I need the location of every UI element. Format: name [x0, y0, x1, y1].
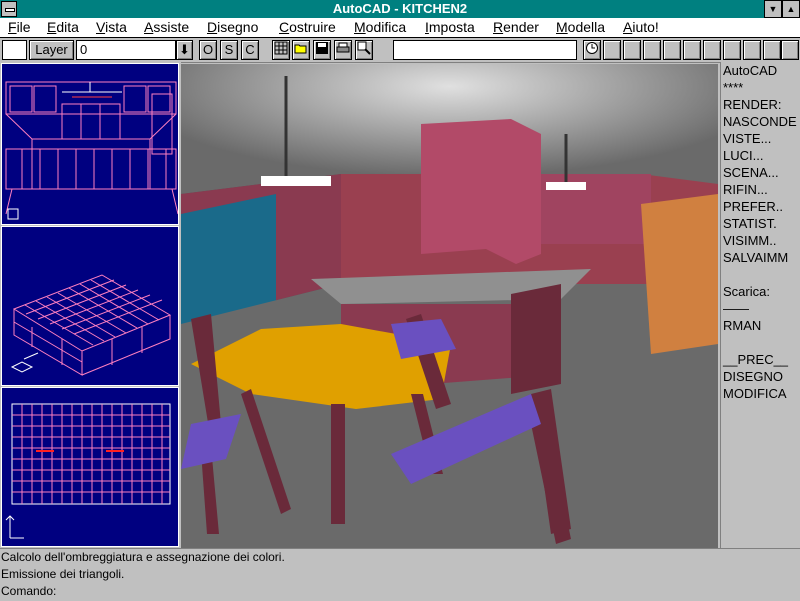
- maximize-button[interactable]: ▲: [782, 0, 800, 18]
- viewport-column: [0, 62, 181, 548]
- ortho-button[interactable]: O: [199, 40, 217, 60]
- side-menu-item[interactable]: ****: [721, 79, 800, 96]
- screen-menu: AutoCAD **** RENDER: NASCONDE VISTE... L…: [720, 62, 800, 548]
- kitchen-render: [181, 64, 718, 548]
- command-history-line: Emissione dei triangoli.: [1, 567, 125, 581]
- toolbar-slot[interactable]: [743, 40, 761, 60]
- side-menu-item[interactable]: RENDER:: [721, 96, 800, 113]
- plan-view-drawing: [5, 403, 171, 539]
- toolbar-slot[interactable]: [623, 40, 641, 60]
- side-menu-item[interactable]: VISTE...: [721, 130, 800, 147]
- menu-modifica[interactable]: Modifica: [354, 19, 406, 35]
- open-icon[interactable]: [292, 40, 310, 60]
- side-menu-item[interactable]: RMAN: [721, 317, 800, 334]
- menu-vista[interactable]: Vista: [96, 19, 127, 35]
- print-icon[interactable]: [334, 40, 352, 60]
- command-history-line: Calcolo dell'ombreggiatura e assegnazion…: [1, 550, 285, 564]
- side-menu-item[interactable]: LUCI...: [721, 147, 800, 164]
- toolbar-slot[interactable]: [723, 40, 741, 60]
- side-menu-item[interactable]: NASCONDE: [721, 113, 800, 130]
- side-menu-item[interactable]: SALVAIMM: [721, 249, 800, 266]
- menu-assiste[interactable]: Assiste: [144, 19, 189, 35]
- front-view-drawing: [5, 81, 179, 220]
- menu-edita[interactable]: Edita: [47, 19, 79, 35]
- title-bar: AutoCAD - KITCHEN2 ▼ ▲: [0, 0, 800, 18]
- menu-modella[interactable]: Modella: [556, 19, 605, 35]
- minimize-button[interactable]: ▼: [764, 0, 782, 18]
- coords-button[interactable]: C: [241, 40, 259, 60]
- menu-imposta[interactable]: Imposta: [425, 19, 475, 35]
- save-icon[interactable]: [313, 40, 331, 60]
- side-menu-item[interactable]: AutoCAD: [721, 62, 800, 79]
- grid-icon[interactable]: [272, 40, 290, 60]
- color-swatch[interactable]: [2, 40, 27, 60]
- menu-aiuto[interactable]: Aiuto!: [623, 19, 659, 35]
- menu-file[interactable]: File: [8, 19, 31, 35]
- side-menu-item[interactable]: VISIMM..: [721, 232, 800, 249]
- command-prompt[interactable]: Comando:: [0, 583, 800, 600]
- side-menu-item[interactable]: STATIST.: [721, 215, 800, 232]
- window-title: AutoCAD - KITCHEN2: [332, 1, 468, 16]
- layer-field[interactable]: 0: [76, 40, 176, 60]
- toolbar: Layer 0 ⬇ O S C: [0, 38, 800, 63]
- toolbar-slot[interactable]: [643, 40, 661, 60]
- snap-button[interactable]: S: [220, 40, 238, 60]
- menu-render[interactable]: Render: [493, 19, 539, 35]
- side-menu-item[interactable]: __PREC__: [721, 351, 800, 368]
- menu-bar: File Edita Vista Assiste Disegno Costrui…: [0, 18, 800, 38]
- viewport-front[interactable]: [1, 63, 179, 225]
- side-menu-item[interactable]: MODIFICA: [721, 385, 800, 402]
- toolbar-slot[interactable]: [781, 40, 799, 60]
- menu-disegno[interactable]: Disegno: [207, 19, 258, 35]
- render-viewport[interactable]: [181, 64, 718, 548]
- side-menu-item: Scarica:: [723, 284, 770, 299]
- side-menu-item[interactable]: PREFER..: [721, 198, 800, 215]
- layer-dropdown-button[interactable]: ⬇: [176, 40, 193, 60]
- command-input[interactable]: [393, 40, 577, 60]
- viewport-plan[interactable]: [1, 387, 179, 547]
- clock-icon[interactable]: [583, 40, 601, 60]
- toolbar-slot[interactable]: [703, 40, 721, 60]
- zoom-icon[interactable]: [355, 40, 373, 60]
- side-menu-item: ——: [723, 301, 749, 316]
- iso-view-drawing: [10, 274, 172, 376]
- command-area[interactable]: Calcolo dell'ombreggiatura e assegnazion…: [0, 548, 800, 601]
- refrigerator: [641, 194, 718, 354]
- toolbar-slot[interactable]: [603, 40, 621, 60]
- upper-cabinet: [421, 119, 541, 264]
- side-menu-item: [721, 266, 800, 283]
- viewport-iso[interactable]: [1, 226, 179, 386]
- side-menu-item: [721, 334, 800, 351]
- side-menu-item[interactable]: SCENA...: [721, 164, 800, 181]
- toolbar-slot[interactable]: [763, 40, 781, 60]
- side-menu-item[interactable]: DISEGNO: [721, 368, 800, 385]
- menu-costruire[interactable]: Costruire: [279, 19, 336, 35]
- side-menu-item[interactable]: RIFIN...: [721, 181, 800, 198]
- layer-button[interactable]: Layer: [29, 40, 74, 60]
- toolbar-slot[interactable]: [663, 40, 681, 60]
- toolbar-slot[interactable]: [683, 40, 701, 60]
